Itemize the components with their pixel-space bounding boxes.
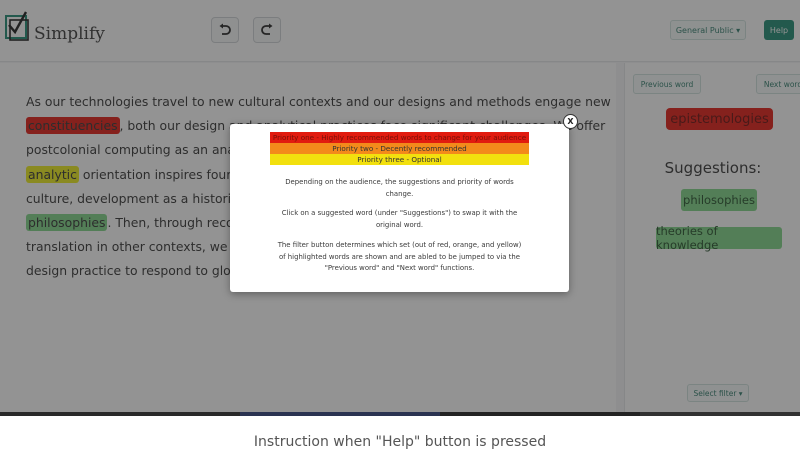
help-text-line: "Previous word" and "Next word" function…	[324, 264, 475, 272]
priority-two-row: Priority two - Decently recommended	[270, 143, 529, 154]
help-text-line: original word.	[375, 220, 424, 229]
help-text-line: Click on a suggested word (under "Sugges…	[281, 209, 518, 217]
help-text-line: Depending on the audience, the suggestio…	[285, 178, 514, 186]
help-dialog: Priority one - Highly recommended words …	[230, 124, 569, 292]
help-text-filter: The filter button determines which set (…	[254, 240, 545, 275]
figure-caption: Instruction when "Help" button is presse…	[253, 434, 547, 450]
help-text-line: of highlighted words are shown and are a…	[278, 252, 521, 261]
priority-three-row: Priority three - Optional	[270, 154, 529, 165]
app-screenshot: Simplify General Public ▾ Help As our te…	[0, 0, 800, 416]
priority-one-row: Priority one - Highly recommended words …	[270, 132, 529, 143]
help-text-audience: Depending on the audience, the suggestio…	[254, 177, 545, 200]
help-text-line: change.	[385, 189, 414, 198]
help-text-suggestions: Click on a suggested word (under "Sugges…	[254, 208, 545, 231]
close-dialog-button[interactable]: X	[563, 114, 578, 129]
help-text-line: The filter button determines which set (…	[277, 241, 522, 249]
